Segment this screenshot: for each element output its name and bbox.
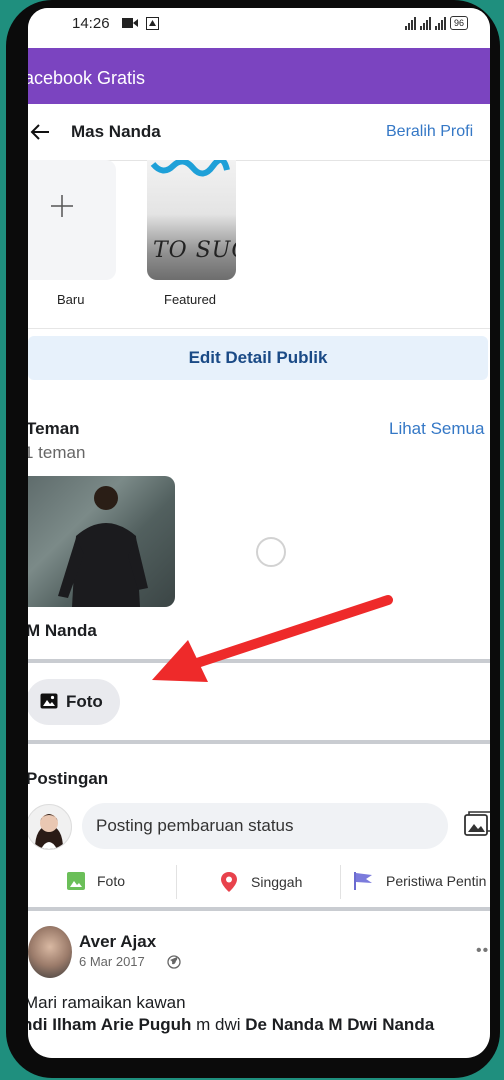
post-text: Mari ramaikan kawan — [28, 993, 186, 1012]
post-author-avatar[interactable] — [28, 926, 72, 978]
app-title: acebook Gratis — [28, 68, 146, 88]
globe-icon — [167, 955, 181, 969]
video-icon — [122, 18, 138, 28]
featured-image-text: TO SUCC — [153, 238, 236, 263]
post-date: 6 Mar 2017 — [79, 954, 145, 969]
user-avatar-icon — [35, 814, 63, 849]
red-arrow-annotation — [152, 595, 393, 682]
screen: 14:26 96 acebook Gratis Mas Nanda Berali… — [28, 8, 490, 1058]
tagged-user-1[interactable]: ndi Ilham Arie Puguh — [28, 1015, 191, 1034]
status-time: 14:26 — [72, 15, 110, 32]
divider — [28, 328, 490, 329]
status-placeholder: Posting pembaruan status — [96, 816, 294, 835]
tag-connector: m dwi — [191, 1015, 246, 1034]
new-highlight-button[interactable] — [28, 160, 116, 280]
action-photo[interactable]: Foto — [67, 872, 125, 890]
friend-name[interactable]: M Nanda — [28, 621, 97, 641]
action-checkin-label: Singgah — [251, 874, 303, 890]
more-options-icon[interactable]: ••• — [476, 942, 490, 960]
photo-icon — [67, 872, 85, 890]
edit-public-details-button[interactable]: Edit Detail Publik — [28, 336, 488, 380]
status-right: 96 — [404, 16, 468, 30]
location-pin-icon — [221, 872, 237, 892]
friends-count: 1 teman — [28, 443, 86, 462]
photos-chip-label: Foto — [66, 692, 103, 711]
switch-profile-link[interactable]: Beralih Profi — [386, 123, 473, 141]
status-update-input[interactable]: Posting pembaruan status — [82, 803, 448, 849]
new-highlight-label: Baru — [57, 292, 85, 307]
battery-icon: 96 — [449, 16, 468, 30]
featured-label: Featured — [164, 292, 217, 307]
action-photo-label: Foto — [97, 873, 126, 889]
action-checkin[interactable]: Singgah — [221, 872, 302, 892]
action-separator — [176, 865, 177, 899]
see-all-friends-link[interactable]: Lihat Semua — [389, 419, 484, 439]
plus-icon — [51, 195, 73, 217]
signal-icon-3 — [434, 16, 446, 30]
photo-icon — [40, 693, 58, 709]
signal-icon — [404, 16, 416, 30]
action-life-event[interactable]: Peristiwa Pentin — [354, 872, 486, 890]
app-bar: acebook Gratis — [28, 48, 490, 104]
gallery-icon[interactable] — [464, 811, 490, 839]
section-divider-2 — [28, 740, 490, 744]
phone-frame: 14:26 96 acebook Gratis Mas Nanda Berali… — [6, 0, 500, 1078]
posts-title: Postingan — [28, 769, 109, 788]
photos-chip[interactable]: Foto — [28, 679, 120, 725]
signal-icon-2 — [419, 16, 431, 30]
profile-name: Mas Nanda — [71, 122, 161, 141]
friends-title: Teman — [28, 419, 80, 438]
tagged-user-2[interactable]: De Nanda M Dwi Nanda — [245, 1015, 434, 1034]
notification-icon — [146, 17, 159, 30]
loading-spinner-icon — [256, 537, 286, 567]
status-bar: 14:26 96 — [28, 8, 490, 48]
action-separator-2 — [340, 865, 341, 899]
post-tags: ndi Ilham Arie Puguh m dwi De Nanda M Dw… — [28, 1015, 434, 1035]
featured-wave-graphic — [150, 160, 230, 177]
flag-icon — [354, 872, 372, 890]
action-life-event-label: Peristiwa Pentin — [386, 873, 487, 889]
profile-header: Mas Nanda Beralih Profi — [28, 104, 490, 161]
post-author-name[interactable]: Aver Ajax — [79, 932, 156, 952]
avatar[interactable] — [28, 804, 72, 850]
section-divider-3 — [28, 907, 490, 911]
featured-highlight[interactable]: TO SUCC — [147, 160, 236, 280]
back-arrow-icon[interactable] — [28, 120, 52, 144]
